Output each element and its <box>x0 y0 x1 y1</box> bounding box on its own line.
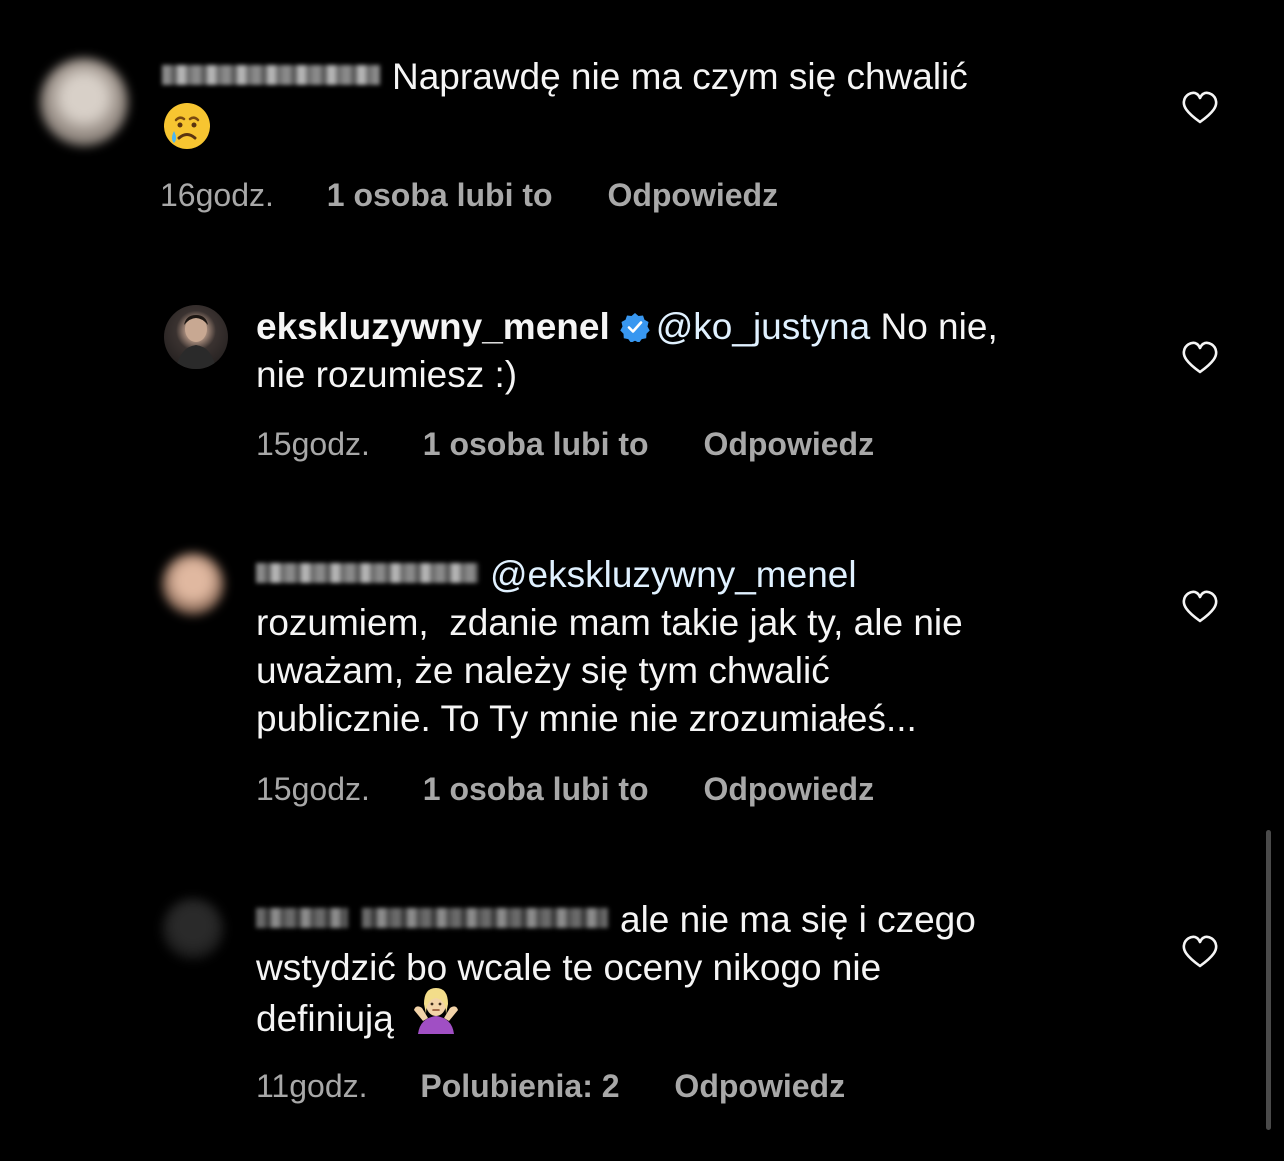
comment-meta: 11godz. Polubienia: 2 Odpowiedz <box>256 1066 845 1106</box>
username-redacted[interactable] <box>162 65 380 86</box>
comment-body: ekskluzywny_menel @ko_justyna No nie, ni… <box>256 303 1136 399</box>
verified-badge-icon <box>620 313 650 342</box>
reply-button[interactable]: Odpowiedz <box>703 769 874 809</box>
avatar[interactable] <box>40 58 128 146</box>
comment-time: 11godz. <box>256 1068 368 1104</box>
crying-face-emoji <box>162 101 212 163</box>
comment-time: 15godz. <box>256 426 370 462</box>
comment-body: Naprawdę nie ma czym się chwalić <box>162 53 1122 163</box>
username-redacted[interactable] <box>256 563 478 584</box>
comment-body: @ekskluzywny_menel rozumiem, zdanie mam … <box>256 551 1136 743</box>
mention-link[interactable]: @ekskluzywny_menel <box>490 554 857 595</box>
comment-text: publicznie. To Ty mnie nie zrozumiałeś..… <box>256 698 917 739</box>
comment-text: Naprawdę nie ma czym się chwalić <box>392 56 968 97</box>
reply-button[interactable]: Odpowiedz <box>703 424 874 464</box>
comment-text: uważam, że należy się tym chwalić <box>256 650 830 691</box>
comment-text: ale nie ma się i czego <box>620 899 976 940</box>
heart-icon[interactable] <box>1182 91 1218 125</box>
comment-meta: 15godz. 1 osoba lubi to Odpowiedz <box>256 424 874 464</box>
avatar[interactable] <box>162 553 224 615</box>
heart-icon[interactable] <box>1182 935 1218 969</box>
person-shrugging-emoji <box>410 988 462 1046</box>
comment-text: wstydzić bo wcale te oceny nikogo nie <box>256 947 882 988</box>
comment-text: rozumiem, zdanie mam takie jak ty, ale n… <box>256 602 963 643</box>
comment-body: ale nie ma się i czego wstydzić bo wcale… <box>256 896 1136 1050</box>
avatar[interactable] <box>162 898 224 960</box>
likes-count[interactable]: Polubienia: 2 <box>420 1066 619 1106</box>
avatar[interactable] <box>164 305 228 369</box>
comment-time: 16godz. <box>160 177 274 213</box>
likes-count[interactable]: 1 osoba lubi to <box>423 424 649 464</box>
heart-icon[interactable] <box>1182 590 1218 624</box>
scrollbar[interactable] <box>1266 830 1271 1130</box>
likes-count[interactable]: 1 osoba lubi to <box>327 175 553 215</box>
comment-meta: 16godz. 1 osoba lubi to Odpowiedz <box>160 175 778 215</box>
comment-meta: 15godz. 1 osoba lubi to Odpowiedz <box>256 769 874 809</box>
reply-button[interactable]: Odpowiedz <box>674 1066 845 1106</box>
comment-text: definiują <box>256 997 394 1039</box>
comment-text: nie rozumiesz :) <box>256 354 518 395</box>
mention-redacted[interactable] <box>362 908 608 929</box>
heart-icon[interactable] <box>1182 341 1218 375</box>
mention-link[interactable]: @ko_justyna <box>656 306 870 347</box>
comment-author[interactable]: ekskluzywny_menel <box>256 306 610 347</box>
comment-text: No nie, <box>880 306 998 347</box>
comment-time: 15godz. <box>256 771 370 807</box>
reply-button[interactable]: Odpowiedz <box>607 175 778 215</box>
username-redacted[interactable] <box>256 908 348 929</box>
likes-count[interactable]: 1 osoba lubi to <box>423 769 649 809</box>
